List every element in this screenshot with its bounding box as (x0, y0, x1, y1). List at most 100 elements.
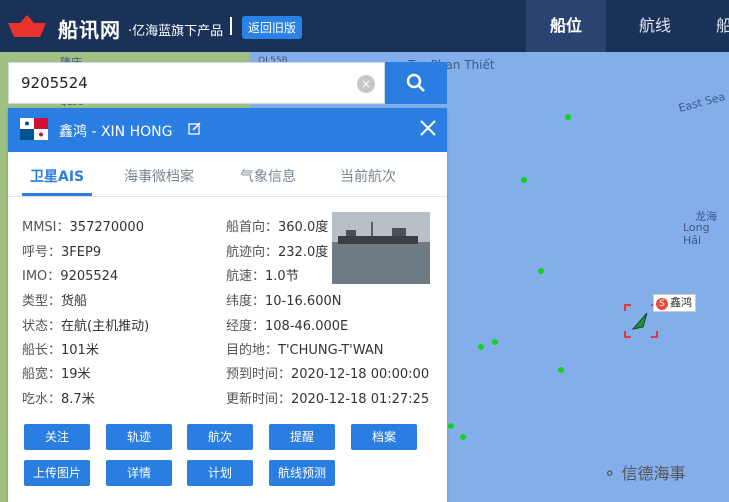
ship-map-label[interactable]: S 鑫鸿 (653, 294, 696, 312)
archive-button[interactable]: 档案 (351, 424, 417, 450)
info-label: 类型： (22, 294, 62, 309)
info-label: 船长： (22, 343, 62, 358)
info-latitude: 纬度：10-16.600N (226, 290, 341, 309)
ais-dot[interactable] (558, 367, 564, 373)
info-longitude: 经度：108-46.000E (226, 315, 348, 334)
info-course: 航迹向：232.0度 (226, 241, 328, 260)
tab-maritime-archive[interactable]: 海事微档案 (124, 166, 194, 186)
tab-active-underline (22, 193, 92, 196)
search-button[interactable] (385, 62, 447, 104)
ais-dot[interactable] (565, 114, 571, 120)
info-heading: 船首向：360.0度 (226, 216, 328, 235)
info-speed: 航速：1.0节 (226, 265, 299, 284)
info-type: 类型：货船 (22, 290, 87, 309)
info-destination: 目的地：T'CHUNG-T'WAN (226, 339, 383, 358)
nav-tab-more[interactable]: 船 (714, 0, 729, 52)
info-value: T'CHUNG-T'WAN (278, 343, 384, 358)
info-label: 航速： (226, 269, 266, 284)
ship-name-title: 鑫鸿 - XIN HONG (59, 124, 173, 140)
ship-badge-icon: S (656, 298, 668, 310)
info-value: 232.0度 (278, 245, 329, 260)
info-label: 纬度： (226, 294, 266, 309)
info-value: 10-16.600N (265, 294, 342, 309)
info-label: 经度： (226, 319, 266, 334)
top-bar: 船讯网 ·亿海蓝旗下产品 返回旧版 船位 航线 船 (0, 0, 729, 52)
info-value: 19米 (61, 367, 91, 382)
info-value: 3FEP9 (61, 245, 102, 260)
ais-dot[interactable] (538, 268, 544, 274)
info-value: 360.0度 (278, 220, 329, 235)
info-label: 航迹向： (226, 245, 279, 260)
logo-subtitle: ·亿海蓝旗下产品 (128, 24, 224, 39)
ais-dot[interactable] (448, 423, 454, 429)
edit-icon[interactable] (188, 122, 201, 135)
info-value: 货船 (61, 294, 88, 309)
info-length: 船长：101米 (22, 339, 99, 358)
voyage-button[interactable]: 航次 (187, 424, 253, 450)
info-label: 呼号： (22, 245, 62, 260)
info-value: 9205524 (60, 269, 119, 284)
search-box: 9205524 × (8, 62, 385, 104)
info-label: IMO： (22, 269, 61, 284)
info-label: 目的地： (226, 343, 279, 358)
info-value: 108-46.000E (265, 319, 349, 334)
info-label: 预到时间： (226, 367, 292, 382)
ais-dot[interactable] (460, 434, 466, 440)
info-value: 2020-12-18 01:27:25 (291, 392, 430, 407)
ship-logo-icon (8, 15, 46, 37)
info-beam: 船宽：19米 (22, 363, 91, 382)
info-label: 吃水： (22, 392, 62, 407)
ship-info-panel: 鑫鸿 - XIN HONG 卫星AIS 海事微档案 气象信息 当前航次 MMSI… (8, 108, 447, 502)
watermark-text: 信德海事 (621, 464, 686, 483)
info-value: 2020-12-18 00:00:00 (291, 367, 430, 382)
panel-header: 鑫鸿 - XIN HONG (8, 108, 447, 152)
tab-current-voyage[interactable]: 当前航次 (340, 166, 396, 186)
plan-button[interactable]: 计划 (187, 460, 253, 486)
upload-photo-button[interactable]: 上传图片 (24, 460, 90, 486)
nav-tab-route[interactable]: 航线 (620, 0, 690, 52)
panel-tabs: 卫星AIS 海事微档案 气象信息 当前航次 (8, 152, 447, 197)
info-imo: IMO：9205524 (22, 265, 118, 284)
info-label: MMSI： (22, 220, 70, 235)
logo-text[interactable]: 船讯网 (58, 14, 121, 43)
route-forecast-button[interactable]: 航线预测 (269, 460, 335, 486)
info-callsign: 呼号：3FEP9 (22, 241, 101, 260)
info-value: 1.0节 (265, 269, 299, 284)
map-label-east-sea: East Sea (677, 90, 727, 115)
old-version-button[interactable]: 返回旧版 (242, 16, 303, 39)
wechat-icon: ⚬ (603, 464, 617, 483)
clear-icon[interactable]: × (357, 75, 375, 93)
tab-weather[interactable]: 气象信息 (240, 166, 296, 186)
info-status: 状态：在航(主机推动) (22, 315, 149, 334)
map-label-long-hai: Long Hải (683, 221, 710, 247)
nav-tab-ship-position[interactable]: 船位 (526, 0, 606, 52)
header-divider (230, 17, 232, 35)
info-mmsi: MMSI：357270000 (22, 216, 144, 235)
details-button[interactable]: 详情 (106, 460, 172, 486)
ais-dot[interactable] (521, 177, 527, 183)
info-updated: 更新时间：2020-12-18 01:27:25 (226, 388, 429, 407)
info-draught: 吃水：8.7米 (22, 388, 95, 407)
info-label: 更新时间： (226, 392, 292, 407)
close-icon[interactable] (419, 119, 437, 137)
ais-dot[interactable] (492, 339, 498, 345)
ship-map-label-text: 鑫鸿 (670, 296, 692, 309)
reminder-button[interactable]: 提醒 (269, 424, 335, 450)
panama-flag-icon (20, 118, 48, 140)
info-label: 状态： (22, 319, 62, 334)
info-label: 船宽： (22, 367, 62, 382)
watermark: ⚬ 信德海事 (603, 460, 686, 484)
info-value: 8.7米 (61, 392, 95, 407)
ship-photo[interactable] (332, 212, 430, 284)
info-value: 101米 (61, 343, 99, 358)
info-label: 船首向： (226, 220, 279, 235)
info-eta: 预到时间：2020-12-18 00:00:00 (226, 363, 429, 382)
tab-satellite-ais[interactable]: 卫星AIS (30, 166, 84, 186)
info-value: 在航(主机推动) (61, 319, 150, 334)
follow-button[interactable]: 关注 (24, 424, 90, 450)
track-button[interactable]: 轨迹 (106, 424, 172, 450)
info-value: 357270000 (69, 220, 144, 235)
search-icon (406, 73, 425, 92)
search-input[interactable]: 9205524 (21, 74, 88, 92)
ais-dot[interactable] (478, 344, 484, 350)
